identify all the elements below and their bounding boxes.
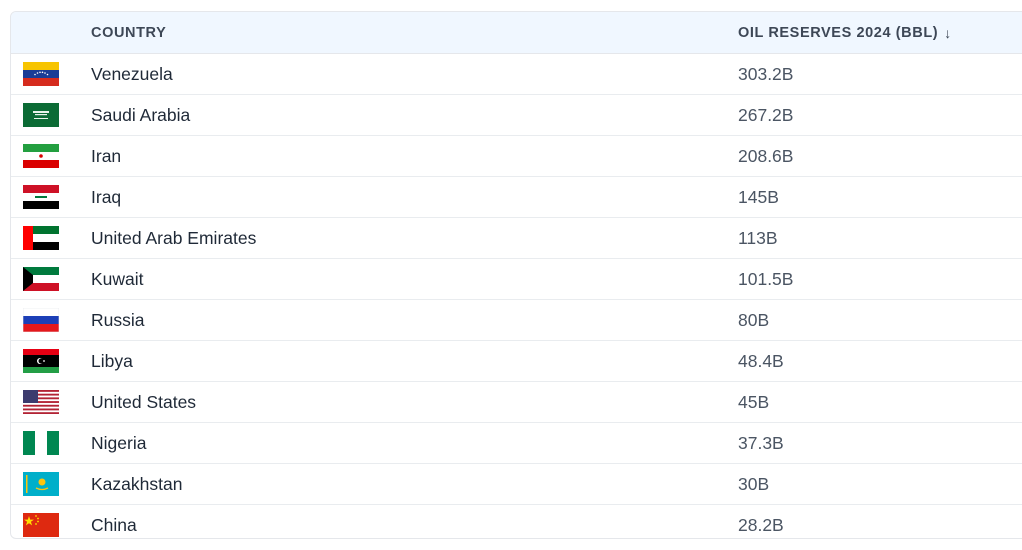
iran-flag-icon [23, 144, 59, 168]
table-row[interactable]: Saudi Arabia 267.2B [11, 95, 1022, 136]
reserve-value: 145B [738, 186, 779, 207]
country-name: Nigeria [91, 432, 147, 453]
oil-reserves-table: COUNTRY OIL RESERVES 2024 (BBL) ↓ Venezu… [10, 11, 1022, 539]
reserve-value: 80B [738, 309, 770, 330]
reserves-column-label: OIL RESERVES 2024 (BBL) [738, 24, 939, 41]
country-name: Russia [91, 309, 145, 330]
iraq-flag-icon [23, 185, 59, 209]
reserve-value: 45B [738, 391, 770, 412]
country-name: Iraq [91, 186, 122, 207]
country-name: Kuwait [91, 268, 144, 289]
kazakhstan-flag-icon [23, 472, 59, 496]
reserve-value: 101.5B [738, 268, 794, 289]
table-row[interactable]: United Arab Emirates 113B [11, 218, 1022, 259]
country-name: United States [91, 391, 197, 412]
table-header: COUNTRY OIL RESERVES 2024 (BBL) ↓ [11, 12, 1022, 54]
country-name: Venezuela [91, 63, 173, 84]
table-row[interactable]: Kuwait 101.5B [11, 259, 1022, 300]
country-name: Saudi Arabia [91, 104, 191, 125]
reserve-value: 208.6B [738, 145, 794, 166]
reserve-value: 28.2B [738, 514, 784, 535]
china-flag-icon [23, 513, 59, 537]
table-row[interactable]: Nigeria 37.3B [11, 423, 1022, 464]
table-row[interactable]: Iraq 145B [11, 177, 1022, 218]
saudi-arabia-flag-icon [23, 103, 59, 127]
table-row[interactable]: Venezuela 303.2B [11, 54, 1022, 95]
table-row[interactable]: China 28.2B [11, 505, 1022, 538]
table-row[interactable]: Libya 48.4B [11, 341, 1022, 382]
reserve-value: 113B [738, 227, 778, 248]
usa-flag-icon [23, 390, 59, 414]
reserve-value: 48.4B [738, 350, 784, 371]
table-row[interactable]: United States 45B [11, 382, 1022, 423]
country-name: Libya [91, 350, 133, 371]
country-name: Kazakhstan [91, 473, 183, 494]
country-name: Iran [91, 145, 122, 166]
country-name: China [91, 514, 137, 535]
table-row[interactable]: Iran 208.6B [11, 136, 1022, 177]
reserve-value: 267.2B [738, 104, 794, 125]
nigeria-flag-icon [23, 431, 59, 455]
kuwait-flag-icon [23, 267, 59, 291]
reserve-value: 37.3B [738, 432, 784, 453]
arrow-down-icon[interactable]: ↓ [944, 25, 952, 41]
reserve-value: 30B [738, 473, 770, 494]
table-row[interactable]: Russia 80B [11, 300, 1022, 341]
libya-flag-icon [23, 349, 59, 373]
reserves-column-header[interactable]: OIL RESERVES 2024 (BBL) ↓ [738, 25, 952, 41]
venezuela-flag-icon [23, 62, 59, 86]
country-name: United Arab Emirates [91, 227, 257, 248]
table-body: Venezuela 303.2B Saudi Arabia 267.2B Ira… [11, 54, 1022, 538]
russia-flag-icon [23, 308, 59, 332]
uae-flag-icon [23, 226, 59, 250]
reserve-value: 303.2B [738, 63, 794, 84]
table-row[interactable]: Kazakhstan 30B [11, 464, 1022, 505]
country-column-header[interactable]: COUNTRY [91, 25, 166, 41]
